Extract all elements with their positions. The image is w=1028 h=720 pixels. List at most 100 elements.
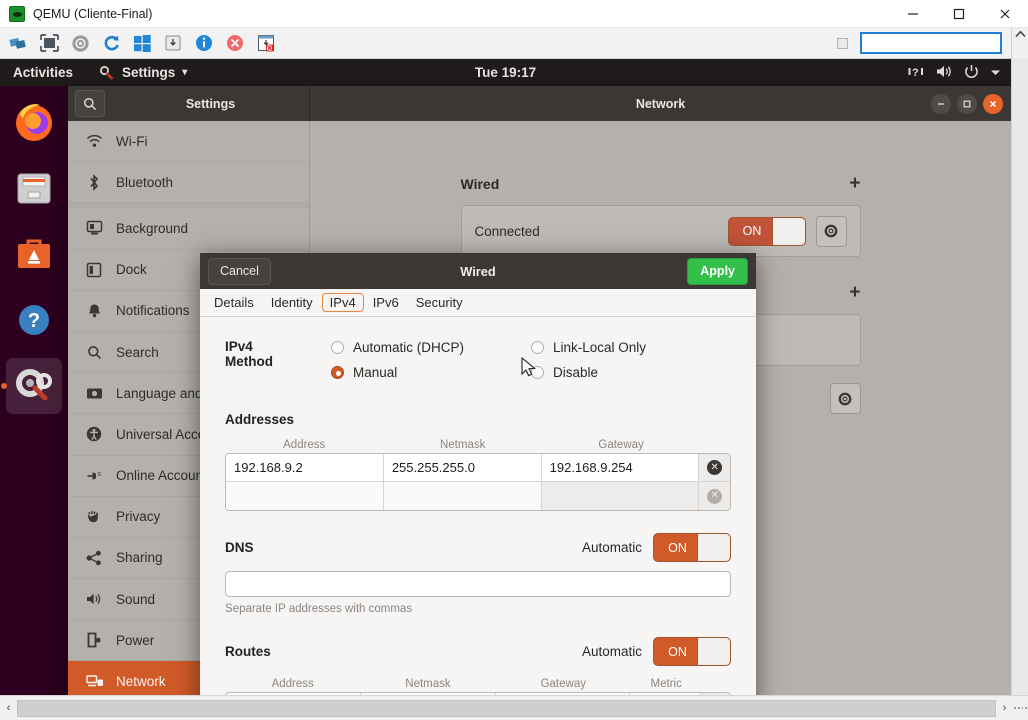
search-icon[interactable] bbox=[75, 90, 105, 117]
windows-icon[interactable] bbox=[129, 31, 155, 55]
close-red-icon[interactable] bbox=[222, 31, 248, 55]
sidebar-item-wifi[interactable]: Wi-Fi bbox=[68, 121, 309, 162]
clock[interactable]: Tue 19:17 bbox=[0, 65, 1011, 80]
add-wired-button-2[interactable]: + bbox=[849, 283, 860, 302]
radio-manual[interactable]: Manual bbox=[331, 360, 531, 385]
radio-label: Automatic (DHCP) bbox=[353, 340, 464, 355]
sidebar-item-bluetooth[interactable]: Bluetooth bbox=[68, 162, 309, 203]
dock-item-files[interactable] bbox=[6, 160, 62, 216]
dialog-tabs: Details Identity IPv4 IPv6 Security bbox=[200, 289, 756, 317]
routes-column-headers: Address Netmask Gateway Metric bbox=[225, 678, 731, 690]
wired-section-title: Wired bbox=[461, 176, 500, 192]
scroll-left-button[interactable]: ‹ bbox=[0, 697, 17, 720]
radio-automatic-dhcp[interactable]: Automatic (DHCP) bbox=[331, 335, 531, 360]
sidebar-item-label: Privacy bbox=[116, 509, 160, 524]
radio-label: Disable bbox=[553, 365, 598, 380]
fullscreen-icon[interactable] bbox=[36, 31, 62, 55]
language-icon bbox=[85, 387, 103, 400]
sidebar-item-background[interactable]: Background bbox=[68, 208, 309, 249]
settings-close-button[interactable] bbox=[983, 94, 1003, 114]
netmask-input[interactable]: 255.255.255.0 bbox=[384, 454, 542, 481]
address-row: 192.168.9.2 255.255.255.0 192.168.9.254 … bbox=[226, 454, 730, 482]
host-toolbar-right bbox=[837, 28, 1028, 59]
delete-address-button[interactable]: ✕ bbox=[699, 454, 730, 481]
chevron-down-icon bbox=[990, 65, 1001, 80]
address-row: ✕ bbox=[226, 482, 730, 510]
system-status-area[interactable]: ? bbox=[908, 64, 1001, 82]
settings-gear-icon[interactable] bbox=[67, 31, 93, 55]
info-icon[interactable] bbox=[191, 31, 217, 55]
tab-security[interactable]: Security bbox=[408, 293, 471, 312]
machine-icon[interactable] bbox=[5, 31, 31, 55]
radio-indicator bbox=[331, 366, 344, 379]
scrollbar-thumb[interactable] bbox=[17, 700, 996, 717]
background-icon bbox=[85, 220, 103, 236]
routes-automatic-toggle[interactable]: ON bbox=[653, 637, 731, 666]
dock-item-help[interactable]: ? bbox=[6, 292, 62, 348]
guest-display: Activities Settings ▾ Tue 19:17 ? bbox=[0, 59, 1011, 695]
gear-icon[interactable] bbox=[830, 383, 861, 414]
tab-ipv6[interactable]: IPv6 bbox=[365, 293, 407, 312]
shutdown-window-icon[interactable] bbox=[253, 31, 279, 55]
guest-right-scroll-strip bbox=[1011, 59, 1028, 695]
host-maximize-button[interactable] bbox=[936, 0, 982, 28]
wired-connection-card: Connected ON bbox=[461, 205, 861, 257]
delete-circle-icon: ✕ bbox=[707, 489, 722, 504]
dock-icon bbox=[85, 262, 103, 278]
snapshot-icon[interactable] bbox=[160, 31, 186, 55]
host-minimize-button[interactable] bbox=[890, 0, 936, 28]
apply-button[interactable]: Apply bbox=[687, 258, 748, 285]
toggle-state-label: ON bbox=[654, 645, 701, 659]
toolbar-text-input[interactable] bbox=[860, 32, 1002, 54]
settings-panel-header: Network bbox=[310, 86, 1011, 121]
scroll-right-button[interactable]: › bbox=[996, 697, 1013, 720]
settings-minimize-button[interactable] bbox=[931, 94, 951, 114]
online-accounts-icon: s bbox=[85, 469, 103, 483]
address-input[interactable]: 192.168.9.2 bbox=[226, 454, 384, 481]
dock-item-firefox[interactable] bbox=[6, 94, 62, 150]
dock-item-settings[interactable] bbox=[6, 358, 62, 414]
host-close-button[interactable] bbox=[982, 0, 1028, 28]
gear-icon[interactable] bbox=[816, 216, 847, 247]
tab-identity[interactable]: Identity bbox=[263, 293, 321, 312]
connection-toggle[interactable]: ON bbox=[728, 217, 806, 246]
dock-item-ubuntu-software[interactable] bbox=[6, 226, 62, 282]
routes-automatic-control: Automatic ON bbox=[582, 637, 731, 666]
scroll-up-button[interactable] bbox=[1011, 28, 1028, 59]
dialog-content: IPv4 Method Automatic (DHCP) Manual bbox=[200, 317, 756, 695]
dns-input[interactable] bbox=[225, 571, 731, 597]
dns-section: DNS Automatic ON Separate IP addresses w… bbox=[225, 533, 731, 615]
accessibility-icon bbox=[85, 426, 103, 442]
sharing-icon bbox=[85, 550, 103, 566]
horizontal-scrollbar[interactable]: ‹ › bbox=[0, 695, 1028, 720]
radio-link-local-only[interactable]: Link-Local Only bbox=[531, 335, 731, 360]
power-icon bbox=[964, 64, 979, 82]
wifi-icon bbox=[85, 134, 103, 148]
tab-ipv4[interactable]: IPv4 bbox=[322, 293, 364, 312]
volume-icon bbox=[936, 64, 953, 82]
sidebar-item-label: Notifications bbox=[116, 303, 190, 318]
radio-disable[interactable]: Disable bbox=[531, 360, 731, 385]
tab-details[interactable]: Details bbox=[206, 293, 262, 312]
address-input[interactable] bbox=[226, 482, 384, 510]
ipv4-method-section: IPv4 Method Automatic (DHCP) Manual bbox=[225, 335, 731, 385]
sidebar-item-label: Network bbox=[116, 674, 166, 689]
refresh-icon[interactable] bbox=[98, 31, 124, 55]
gateway-input[interactable] bbox=[542, 482, 700, 510]
radio-indicator bbox=[531, 341, 544, 354]
column-header-address: Address bbox=[225, 678, 360, 690]
connection-status-label: Connected bbox=[475, 224, 540, 239]
svg-text:s: s bbox=[97, 471, 101, 478]
settings-maximize-button[interactable] bbox=[957, 94, 977, 114]
add-wired-button[interactable]: + bbox=[849, 174, 860, 193]
netmask-input[interactable] bbox=[384, 482, 542, 510]
ipv4-method-label: IPv4 Method bbox=[225, 335, 287, 369]
delete-address-button[interactable]: ✕ bbox=[699, 482, 730, 510]
radio-label: Manual bbox=[353, 365, 397, 380]
dns-automatic-toggle[interactable]: ON bbox=[653, 533, 731, 562]
gateway-input[interactable]: 192.168.9.254 bbox=[542, 454, 700, 481]
resize-grip[interactable] bbox=[1013, 697, 1028, 720]
column-header-netmask: Netmask bbox=[360, 678, 495, 690]
sidebar-item-label: Power bbox=[116, 633, 154, 648]
host-titlebar: QEMU (Cliente-Final) bbox=[0, 0, 1028, 28]
